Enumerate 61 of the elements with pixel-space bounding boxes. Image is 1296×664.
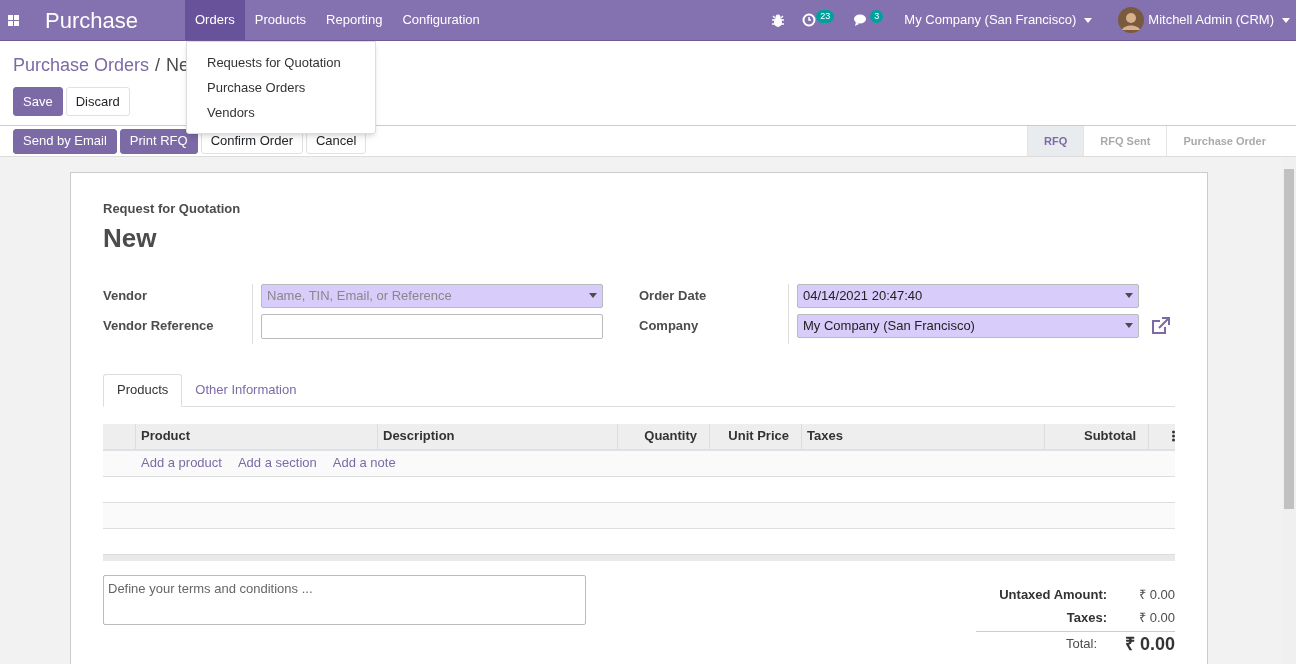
menu-tab[interactable]: Reporting [316,0,393,40]
count-badge: 3 [870,9,884,23]
caret-icon [1125,293,1133,298]
form-subtitle: Request for Quotation [103,200,242,218]
add-line-link[interactable]: Add a product [141,453,222,473]
total-value: ₹ 0.00 [1139,608,1175,627]
field-label: Vendor Reference [103,316,215,335]
column-header[interactable]: Unit Price [710,423,802,449]
status-step[interactable]: RFQ [1027,126,1084,156]
total-value: ₹ 0.00 [1124,633,1175,654]
select-field[interactable]: My Company (San Francisco) [797,313,1139,338]
dropdown-item[interactable]: Purchase Orders [187,75,375,100]
action-button[interactable]: Print RFQ [119,128,198,154]
field-label: Order Date [639,286,708,305]
menu-tab[interactable]: Products [244,0,317,40]
column-options-icon[interactable] [1172,430,1175,442]
add-line-link[interactable]: Add a section [237,453,317,473]
field-value: 04/14/2021 20:47:40 [803,286,924,305]
total-label: Untaxed Amount: [999,585,1108,604]
field-label: Vendor [103,286,149,305]
total-label: Total: [1066,634,1098,653]
column-header[interactable]: Taxes [802,423,1045,449]
field-label: Company [639,316,700,335]
user-menu[interactable]: Mitchell Admin (CRM) [1148,10,1290,30]
total-value: ₹ 0.00 [1139,585,1175,604]
scrollbar[interactable] [1282,157,1296,664]
column-header[interactable]: Quantity [618,423,710,449]
clock-icon[interactable] [802,13,817,27]
count-badge: 23 [816,9,835,23]
form-tab[interactable]: Other Information [182,373,310,406]
add-line-link[interactable]: Add a note [332,453,396,473]
apps-menu-icon[interactable] [8,14,19,26]
menu-tab[interactable]: Orders [185,0,245,40]
action-button[interactable]: Send by Email [13,128,117,154]
dropdown-item[interactable]: Requests for Quotation [187,50,375,75]
column-header[interactable]: Subtotal [1045,423,1149,449]
select-field[interactable]: 04/14/2021 20:47:40 [797,283,1139,308]
text-field[interactable] [261,313,603,339]
breadcrumb-separator: / [155,53,161,77]
caret-icon [589,293,597,298]
company-switcher[interactable]: My Company (San Francisco) [904,10,1093,30]
breadcrumb-link[interactable]: Purchase Orders [13,51,150,79]
caret-icon [1282,17,1290,23]
column-header[interactable]: Product [136,423,378,449]
form-tab[interactable]: Products [103,373,183,407]
field-value: My Company (San Francisco) [803,316,976,335]
caret-icon [1084,17,1093,23]
bug-icon[interactable] [772,13,785,27]
app-title: Purchase [45,6,139,35]
external-link-icon[interactable] [1151,316,1170,335]
avatar-icon[interactable] [1118,7,1145,33]
form-button[interactable]: Save [13,87,63,116]
placeholder-text: Name, TIN, Email, or Reference [267,286,453,305]
column-header[interactable]: Description [378,423,618,449]
dropdown-item[interactable]: Vendors [187,100,375,125]
caret-icon [1125,323,1133,328]
menu-tab[interactable]: Configuration [392,0,490,40]
form-title: New [103,221,158,255]
terms-field[interactable]: Define your terms and conditions ... [103,574,586,625]
total-label: Taxes: [1066,608,1108,627]
form-button[interactable]: Discard [65,87,130,116]
